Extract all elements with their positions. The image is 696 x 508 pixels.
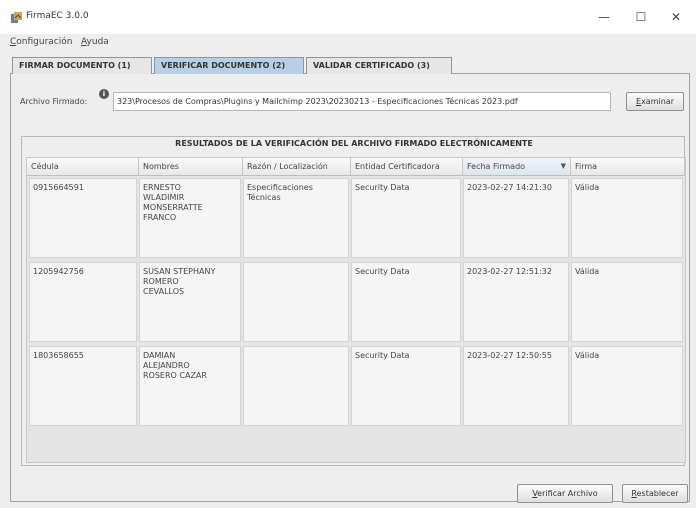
menu-ayuda[interactable]: Ayuda	[81, 37, 109, 47]
cell-nombres: ERNESTO WLADIMIR MONSERRATTE FRANCO	[139, 178, 241, 258]
close-button[interactable]: ✕	[666, 8, 686, 26]
column-header-razon[interactable]: Razón / Localización	[243, 158, 351, 176]
cell-nombres: DAMIAN ALEJANDRO ROSERO CAZAR	[139, 346, 241, 426]
maximize-button[interactable]: ☐	[631, 8, 651, 26]
menu-bar: Configuración Ayuda	[0, 34, 696, 52]
cell-firma: Válida	[571, 346, 683, 426]
archivo-firmado-field[interactable]: 323\Procesos de Compras\Plugins y Mailch…	[113, 92, 611, 111]
column-header-firma[interactable]: Firma	[571, 158, 685, 176]
column-header-fecha-label: Fecha Firmado	[467, 162, 526, 171]
tab-validar-certificado[interactable]: VALIDAR CERTIFICADO (3)	[306, 57, 452, 74]
tab-verificar-documento[interactable]: VERIFICAR DOCUMENTO (2)	[154, 57, 304, 74]
app-icon	[11, 12, 22, 23]
column-header-entidad[interactable]: Entidad Certificadora	[351, 158, 463, 176]
sort-descending-icon: ▼	[560, 162, 566, 170]
table-row[interactable]: 1803658655 DAMIAN ALEJANDRO ROSERO CAZAR…	[27, 344, 685, 428]
column-header-cedula[interactable]: Cédula	[27, 158, 139, 176]
tab-firmar-documento[interactable]: FIRMAR DOCUMENTO (1)	[12, 57, 152, 74]
cell-razon	[243, 346, 349, 426]
results-table[interactable]: Cédula Nombres Razón / Localización Enti…	[26, 157, 686, 463]
results-title: RESULTADOS DE LA VERIFICACIÓN DEL ARCHIV…	[175, 139, 533, 148]
table-row[interactable]: 0915664591 ERNESTO WLADIMIR MONSERRATTE …	[27, 176, 685, 260]
cell-cedula: 1205942756	[29, 262, 137, 342]
cell-entidad: Security Data	[351, 178, 461, 258]
cell-fecha: 2023-02-27 12:50:55	[463, 346, 569, 426]
archivo-firmado-label: Archivo Firmado:	[20, 97, 88, 106]
examinar-button[interactable]: Examinar	[626, 92, 684, 111]
cell-cedula: 1803658655	[29, 346, 137, 426]
cell-razon: Especificaciones Técnicas	[243, 178, 349, 258]
cell-firma: Válida	[571, 178, 683, 258]
cell-fecha: 2023-02-27 12:51:32	[463, 262, 569, 342]
window-title: FirmaEC 3.0.0	[26, 11, 89, 21]
cell-cedula: 0915664591	[29, 178, 137, 258]
menu-configuracion[interactable]: Configuración	[10, 37, 72, 47]
cell-razon	[243, 262, 349, 342]
cell-firma: Válida	[571, 262, 683, 342]
column-header-nombres[interactable]: Nombres	[139, 158, 243, 176]
title-bar: FirmaEC 3.0.0 — ☐ ✕	[0, 0, 696, 34]
verificar-archivo-button[interactable]: Verificar Archivo	[517, 484, 613, 503]
info-icon[interactable]: i	[99, 89, 109, 99]
cell-entidad: Security Data	[351, 346, 461, 426]
restablecer-button[interactable]: Restablecer	[622, 484, 688, 503]
column-header-fecha[interactable]: Fecha Firmado ▼	[463, 158, 571, 176]
table-row[interactable]: 1205942756 SUSAN STEPHANY ROMERO CEVALLO…	[27, 260, 685, 344]
minimize-button[interactable]: —	[594, 8, 614, 26]
cell-entidad: Security Data	[351, 262, 461, 342]
cell-fecha: 2023-02-27 14:21:30	[463, 178, 569, 258]
cell-nombres: SUSAN STEPHANY ROMERO CEVALLOS	[139, 262, 241, 342]
tab-strip: FIRMAR DOCUMENTO (1) VERIFICAR DOCUMENTO…	[10, 57, 690, 74]
